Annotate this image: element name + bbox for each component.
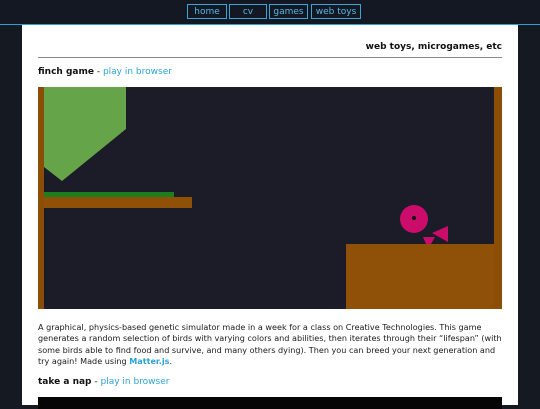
bird-eye — [412, 216, 416, 220]
finch-game-description-text: A graphical, physics-based genetic simul… — [38, 322, 502, 366]
take-a-nap-heading: take a nap - play in browser — [38, 377, 169, 387]
left-wall — [38, 87, 44, 309]
finch-game-play-link[interactable]: play in browser — [103, 67, 172, 77]
finch-game-title: finch game — [38, 67, 94, 77]
take-a-nap-title: take a nap — [38, 377, 92, 387]
finch-game-description-end: . — [169, 355, 173, 366]
nav-web-toys-button[interactable]: web toys — [311, 4, 361, 19]
grass-strip — [44, 192, 174, 197]
finch-game-separator: - — [93, 67, 103, 77]
take-a-nap-canvas[interactable] — [38, 397, 502, 409]
finch-game-scene — [38, 87, 502, 309]
upper-ledge — [44, 197, 192, 208]
nav-games-button[interactable]: games — [269, 4, 308, 19]
finch-game-canvas[interactable] — [38, 87, 502, 309]
right-wall — [494, 87, 502, 309]
section-divider — [38, 57, 502, 58]
content-panel: web toys, microgames, etc finch game - p… — [22, 25, 518, 409]
take-a-nap-play-link[interactable]: play in browser — [100, 377, 169, 387]
matterjs-link[interactable]: Matter.js — [129, 356, 169, 366]
finch-game-heading: finch game - play in browser — [38, 67, 172, 77]
nav-home-button[interactable]: home — [187, 4, 227, 19]
finch-game-description: A graphical, physics-based genetic simul… — [38, 322, 504, 367]
top-nav-bar: home cv games web toys — [0, 0, 540, 25]
nav-cv-button[interactable]: cv — [229, 4, 267, 19]
section-title: web toys, microgames, etc — [365, 42, 502, 52]
lower-platform — [346, 244, 494, 309]
